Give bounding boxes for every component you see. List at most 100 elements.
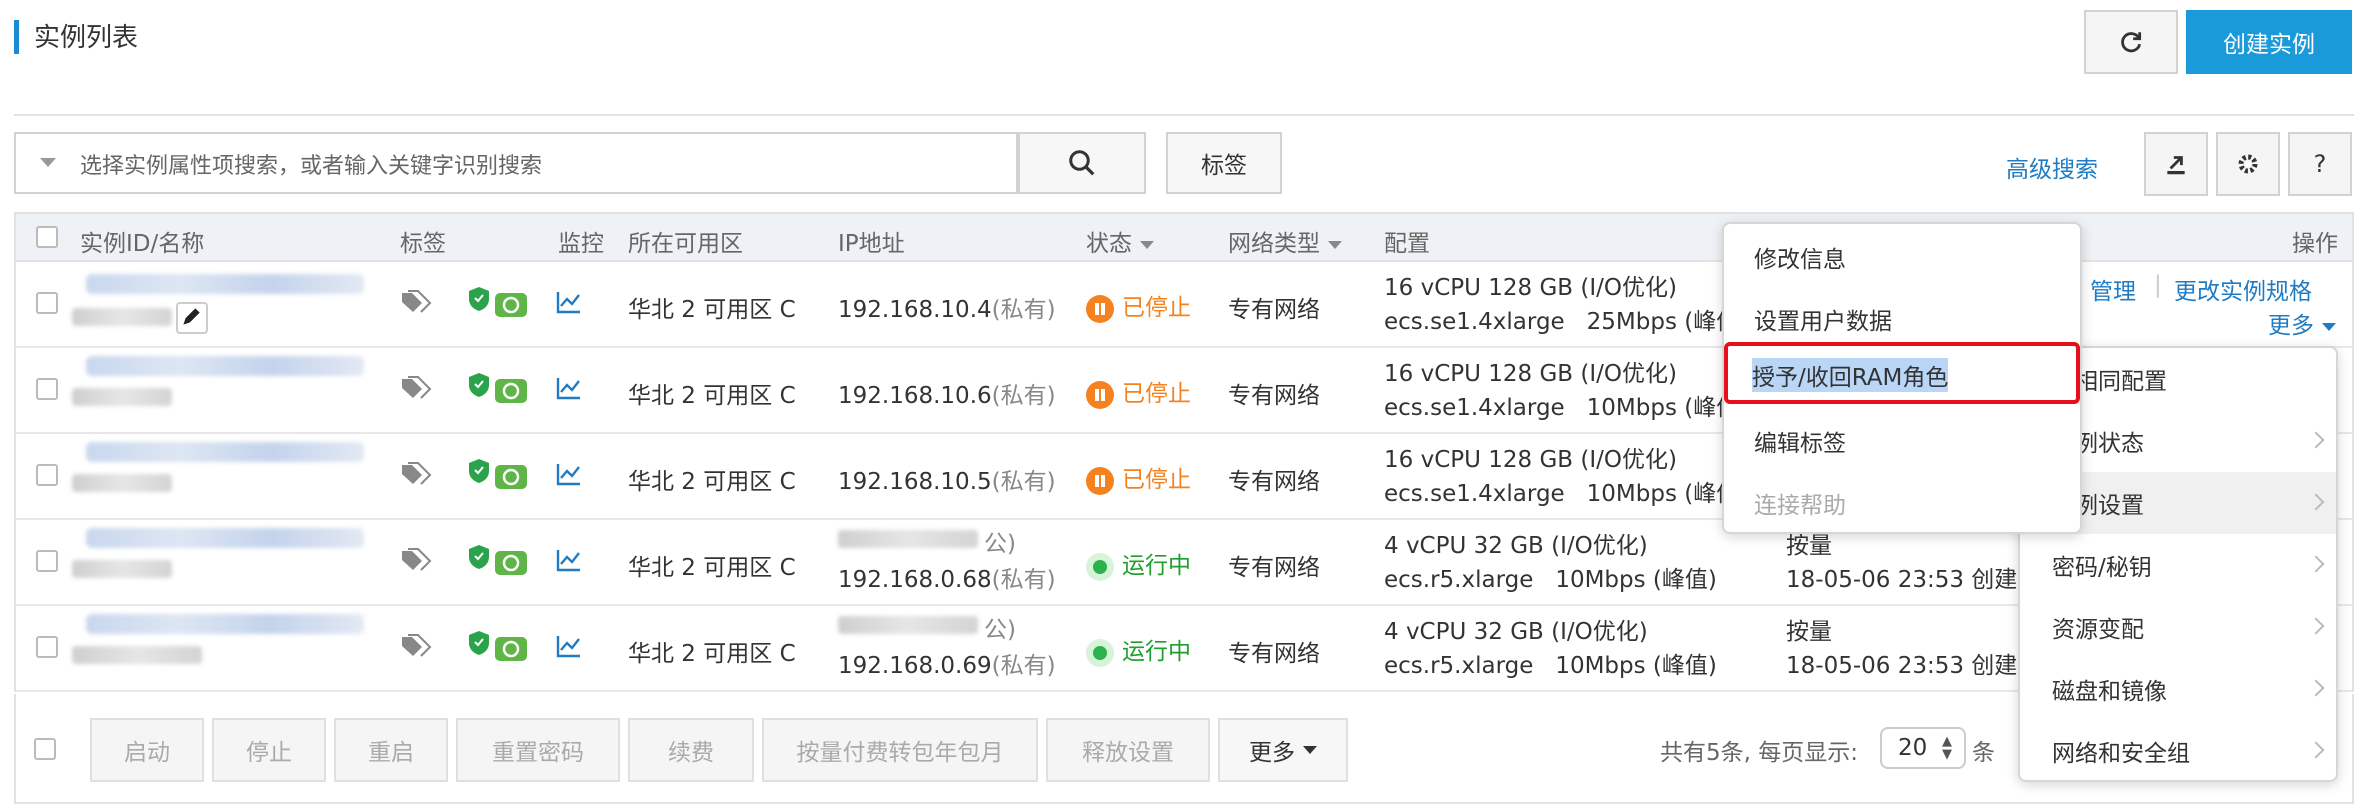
more-actions-link[interactable]: 更多 xyxy=(2268,306,2336,340)
start-button[interactable]: 启动 xyxy=(90,718,204,782)
menu-item-user-data[interactable]: 设置用户数据 xyxy=(1754,302,1892,336)
menu-item-ram-role[interactable]: 授予/收回RAM角色 xyxy=(1752,358,1949,392)
monitor-chart-icon[interactable] xyxy=(556,634,582,658)
network-type-cell: 专有网络 xyxy=(1228,383,1320,409)
menu-item-edit-tags[interactable]: 编辑标签 xyxy=(1754,424,1846,458)
row-checkbox[interactable] xyxy=(36,636,58,658)
instance-id-link[interactable] xyxy=(86,356,364,376)
tag-icon[interactable] xyxy=(400,634,432,660)
edit-name-button[interactable] xyxy=(176,302,208,334)
restart-button[interactable]: 重启 xyxy=(334,718,448,782)
instance-id-link[interactable] xyxy=(86,274,364,294)
reset-password-button[interactable]: 重置密码 xyxy=(456,718,620,782)
chevron-right-icon xyxy=(2307,555,2325,573)
network-type-cell: 专有网络 xyxy=(1228,555,1320,581)
advanced-search-link[interactable]: 高级搜索 xyxy=(2006,150,2098,184)
network-type-cell: 专有网络 xyxy=(1228,469,1320,495)
create-instance-button[interactable]: 创建实例 xyxy=(2186,10,2352,74)
col-instance: 实例ID/名称 xyxy=(80,231,205,257)
security-badge-icon xyxy=(495,551,527,575)
zone-cell: 华北 2 可用区 C xyxy=(628,555,796,581)
zone-cell: 华北 2 可用区 C xyxy=(628,297,796,323)
instance-id-link[interactable] xyxy=(86,614,364,634)
network-type-cell: 专有网络 xyxy=(1228,641,1320,667)
config-spec: 16 vCPU 128 GB (I/O优化) xyxy=(1384,275,1677,301)
zone-cell: 华北 2 可用区 C xyxy=(628,641,796,667)
ip-cell: 192.168.10.5(私有) xyxy=(838,469,1056,495)
public-ip-blurred xyxy=(838,616,978,634)
instance-id-link[interactable] xyxy=(86,442,364,462)
monitor-chart-icon[interactable] xyxy=(556,548,582,572)
tag-icon[interactable] xyxy=(400,462,432,488)
chevron-right-icon xyxy=(2307,493,2325,511)
billing-type: 按量 xyxy=(1786,619,1832,645)
export-icon xyxy=(2167,156,2185,175)
menu-item-modify-info[interactable]: 修改信息 xyxy=(1754,240,1846,274)
col-network[interactable]: 网络类型 xyxy=(1228,224,1342,258)
shield-icon xyxy=(469,545,489,569)
config-type: ecs.se1.4xlarge 25Mbps (峰值) xyxy=(1384,309,1749,335)
zone-cell: 华北 2 可用区 C xyxy=(628,383,796,409)
tag-filter-button[interactable]: 标签 xyxy=(1166,132,1282,194)
status-badge: 运行中 xyxy=(1086,546,1191,581)
stop-button[interactable]: 停止 xyxy=(212,718,326,782)
config-spec: 16 vCPU 128 GB (I/O优化) xyxy=(1384,361,1677,387)
instance-name xyxy=(72,474,172,492)
chevron-down-icon[interactable] xyxy=(40,158,56,167)
config-type: ecs.r5.xlarge 10Mbps (峰值) xyxy=(1384,653,1717,679)
tag-icon[interactable] xyxy=(400,376,432,402)
chevron-right-icon xyxy=(2307,431,2325,449)
renew-button[interactable]: 续费 xyxy=(628,718,754,782)
menu-item-connect-help[interactable]: 连接帮助 xyxy=(1754,486,1846,520)
chevron-right-icon xyxy=(2307,741,2325,759)
monitor-chart-icon[interactable] xyxy=(556,376,582,400)
ip-cell: 192.168.0.69(私有) xyxy=(838,653,1056,679)
refresh-button[interactable] xyxy=(2084,10,2178,74)
release-settings-button[interactable]: 释放设置 xyxy=(1046,718,1210,782)
convert-billing-button[interactable]: 按量付费转包年包月 xyxy=(762,718,1038,782)
config-type: ecs.se1.4xlarge 10Mbps (峰值) xyxy=(1384,395,1749,421)
menu-item-network-security[interactable]: 网络和安全组 xyxy=(2020,720,2336,782)
row-checkbox[interactable] xyxy=(36,292,58,314)
ip-cell: 192.168.0.68(私有) xyxy=(838,567,1056,593)
pagination-summary: 共有5条, 每页显示: xyxy=(1660,740,1859,766)
row-checkbox[interactable] xyxy=(36,550,58,572)
bulk-more-button[interactable]: 更多 xyxy=(1218,718,1348,782)
page-title: 实例列表 xyxy=(34,23,139,53)
instance-id-link[interactable] xyxy=(86,528,364,548)
manage-link[interactable]: 管理 xyxy=(2090,272,2136,306)
created-time: 18-05-06 23:53 创建 xyxy=(1786,653,2018,679)
select-all-checkbox[interactable] xyxy=(36,226,58,248)
public-ip-suffix: 公) xyxy=(984,617,1016,643)
title-accent-bar xyxy=(14,20,19,54)
menu-item-password-key[interactable]: 密码/秘钥 xyxy=(2020,534,2336,596)
monitor-chart-icon[interactable] xyxy=(556,462,582,486)
search-button[interactable] xyxy=(1018,132,1146,194)
network-type-cell: 专有网络 xyxy=(1228,297,1320,323)
zone-cell: 华北 2 可用区 C xyxy=(628,469,796,495)
export-button[interactable] xyxy=(2144,132,2208,196)
row-checkbox[interactable] xyxy=(36,464,58,486)
security-badge-icon xyxy=(495,293,527,317)
ip-cell: 192.168.10.4(私有) xyxy=(838,297,1056,323)
tag-icon[interactable] xyxy=(400,548,432,574)
paused-status-icon xyxy=(1086,294,1114,323)
col-ip: IP地址 xyxy=(838,231,905,257)
change-spec-link[interactable]: 更改实例规格 xyxy=(2174,272,2312,306)
row-checkbox[interactable] xyxy=(36,378,58,400)
col-status[interactable]: 状态 xyxy=(1086,224,1154,258)
public-ip-suffix: 公) xyxy=(984,531,1016,557)
menu-item-disk-image[interactable]: 磁盘和镜像 xyxy=(2020,658,2336,720)
footer-select-all-checkbox[interactable] xyxy=(34,738,56,760)
menu-item-resize[interactable]: 资源变配 xyxy=(2020,596,2336,658)
pagination-unit: 条 xyxy=(1972,740,1995,766)
monitor-chart-icon[interactable] xyxy=(556,290,582,314)
col-tags: 标签 xyxy=(400,231,446,257)
help-button[interactable]: ? xyxy=(2288,132,2352,196)
instance-name xyxy=(72,308,172,326)
tag-icon[interactable] xyxy=(400,290,432,316)
search-input[interactable]: 选择实例属性项搜索，或者输入关键字识别搜索 xyxy=(14,132,1018,194)
chevron-down-icon xyxy=(1303,746,1317,754)
settings-button[interactable] xyxy=(2216,132,2280,196)
page-size-select[interactable]: 20 ▲ ▼ xyxy=(1880,727,1966,769)
